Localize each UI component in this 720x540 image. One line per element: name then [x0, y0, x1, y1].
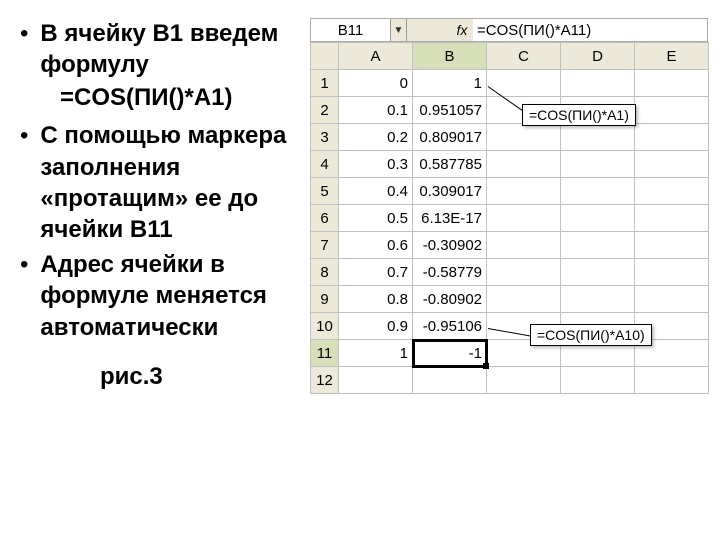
cell[interactable]: [487, 367, 561, 394]
cell[interactable]: 0.9: [339, 313, 413, 340]
cell[interactable]: -0.58779: [413, 259, 487, 286]
column-headers: A B C D E: [311, 43, 709, 70]
cell[interactable]: [635, 232, 709, 259]
row-header[interactable]: 1: [311, 70, 339, 97]
cell[interactable]: [635, 205, 709, 232]
row-header[interactable]: 11: [311, 340, 339, 367]
selected-cell[interactable]: -1: [413, 340, 487, 367]
cell[interactable]: [487, 178, 561, 205]
cell[interactable]: [487, 205, 561, 232]
cell[interactable]: -0.80902: [413, 286, 487, 313]
cell[interactable]: 1: [339, 340, 413, 367]
cell[interactable]: [635, 151, 709, 178]
row-header[interactable]: 7: [311, 232, 339, 259]
cell[interactable]: [635, 259, 709, 286]
cell[interactable]: 0.2: [339, 124, 413, 151]
cell[interactable]: [635, 124, 709, 151]
cell[interactable]: [561, 367, 635, 394]
cell[interactable]: 0.309017: [413, 178, 487, 205]
cell[interactable]: [561, 178, 635, 205]
figure-caption: рис.3: [100, 363, 300, 391]
col-header-B[interactable]: B: [413, 43, 487, 70]
cell[interactable]: [487, 232, 561, 259]
corner-cell[interactable]: [311, 43, 339, 70]
cell[interactable]: 1: [413, 70, 487, 97]
col-header-D[interactable]: D: [561, 43, 635, 70]
cell[interactable]: [413, 367, 487, 394]
callout-b10: =COS(ПИ()*A10): [530, 324, 652, 346]
cell[interactable]: [635, 178, 709, 205]
cell[interactable]: 0.1: [339, 97, 413, 124]
row-header[interactable]: 12: [311, 367, 339, 394]
cell[interactable]: 0.4: [339, 178, 413, 205]
row-header[interactable]: 10: [311, 313, 339, 340]
cell[interactable]: [635, 97, 709, 124]
col-header-E[interactable]: E: [635, 43, 709, 70]
name-box[interactable]: B11: [311, 19, 391, 41]
table-row: 7 0.6 -0.30902: [311, 232, 709, 259]
cell[interactable]: [339, 367, 413, 394]
table-row: 4 0.3 0.587785: [311, 151, 709, 178]
cell[interactable]: [561, 124, 635, 151]
table-row: 1 0 1: [311, 70, 709, 97]
text-panel: • В ячейку В1 введем формулу =COS(ПИ()*A…: [20, 18, 300, 391]
cell[interactable]: [561, 259, 635, 286]
cell[interactable]: 0.5: [339, 205, 413, 232]
cell[interactable]: 6.13E-17: [413, 205, 487, 232]
cell[interactable]: 0: [339, 70, 413, 97]
table-row: 3 0.2 0.809017: [311, 124, 709, 151]
cell[interactable]: 0.951057: [413, 97, 487, 124]
row-header[interactable]: 2: [311, 97, 339, 124]
table-row: 6 0.5 6.13E-17: [311, 205, 709, 232]
row-header[interactable]: 5: [311, 178, 339, 205]
bullet-dot: •: [20, 18, 28, 80]
bullet-3: • Адрес ячейки в формуле меняется автома…: [20, 249, 300, 343]
cell[interactable]: [635, 286, 709, 313]
callout-b1: =COS(ПИ()*A1): [522, 104, 636, 126]
row-header[interactable]: 4: [311, 151, 339, 178]
cell[interactable]: [561, 205, 635, 232]
cell[interactable]: -0.30902: [413, 232, 487, 259]
cell[interactable]: [487, 259, 561, 286]
row-header[interactable]: 9: [311, 286, 339, 313]
table-row: 5 0.4 0.309017: [311, 178, 709, 205]
bullet-2-text: С помощью маркера заполнения «протащим» …: [40, 120, 300, 245]
bullet-2: • С помощью маркера заполнения «протащим…: [20, 120, 300, 245]
cell[interactable]: [561, 286, 635, 313]
cell[interactable]: 0.6: [339, 232, 413, 259]
cell[interactable]: 0.809017: [413, 124, 487, 151]
cell[interactable]: -0.95106: [413, 313, 487, 340]
bullet-dot: •: [20, 120, 28, 245]
bullet-dot: •: [20, 249, 28, 343]
cell[interactable]: [487, 124, 561, 151]
table-row: 9 0.8 -0.80902: [311, 286, 709, 313]
cell[interactable]: [561, 232, 635, 259]
fx-icon[interactable]: fx: [451, 22, 473, 38]
formula-bar-row: B11 ▼ fx =COS(ПИ()*A11): [310, 18, 708, 42]
table-row: 8 0.7 -0.58779: [311, 259, 709, 286]
formula-line: =COS(ПИ()*A1): [60, 84, 300, 112]
cell[interactable]: 0.8: [339, 286, 413, 313]
name-box-dropdown-icon[interactable]: ▼: [391, 19, 407, 41]
bullet-1-text: В ячейку В1 введем формулу: [40, 18, 300, 80]
col-header-C[interactable]: C: [487, 43, 561, 70]
cell[interactable]: [487, 286, 561, 313]
cell[interactable]: [561, 70, 635, 97]
cell[interactable]: 0.7: [339, 259, 413, 286]
cell[interactable]: 0.3: [339, 151, 413, 178]
cell[interactable]: 0.587785: [413, 151, 487, 178]
cell[interactable]: [561, 151, 635, 178]
table-row: 12: [311, 367, 709, 394]
formula-bar[interactable]: =COS(ПИ()*A11): [473, 19, 707, 41]
row-header[interactable]: 3: [311, 124, 339, 151]
bullet-1: • В ячейку В1 введем формулу: [20, 18, 300, 80]
row-header[interactable]: 6: [311, 205, 339, 232]
cell[interactable]: [635, 367, 709, 394]
cell[interactable]: [635, 70, 709, 97]
cell[interactable]: [487, 151, 561, 178]
bullet-3-text: Адрес ячейки в формуле меняется автомати…: [40, 249, 300, 343]
row-header[interactable]: 8: [311, 259, 339, 286]
col-header-A[interactable]: A: [339, 43, 413, 70]
